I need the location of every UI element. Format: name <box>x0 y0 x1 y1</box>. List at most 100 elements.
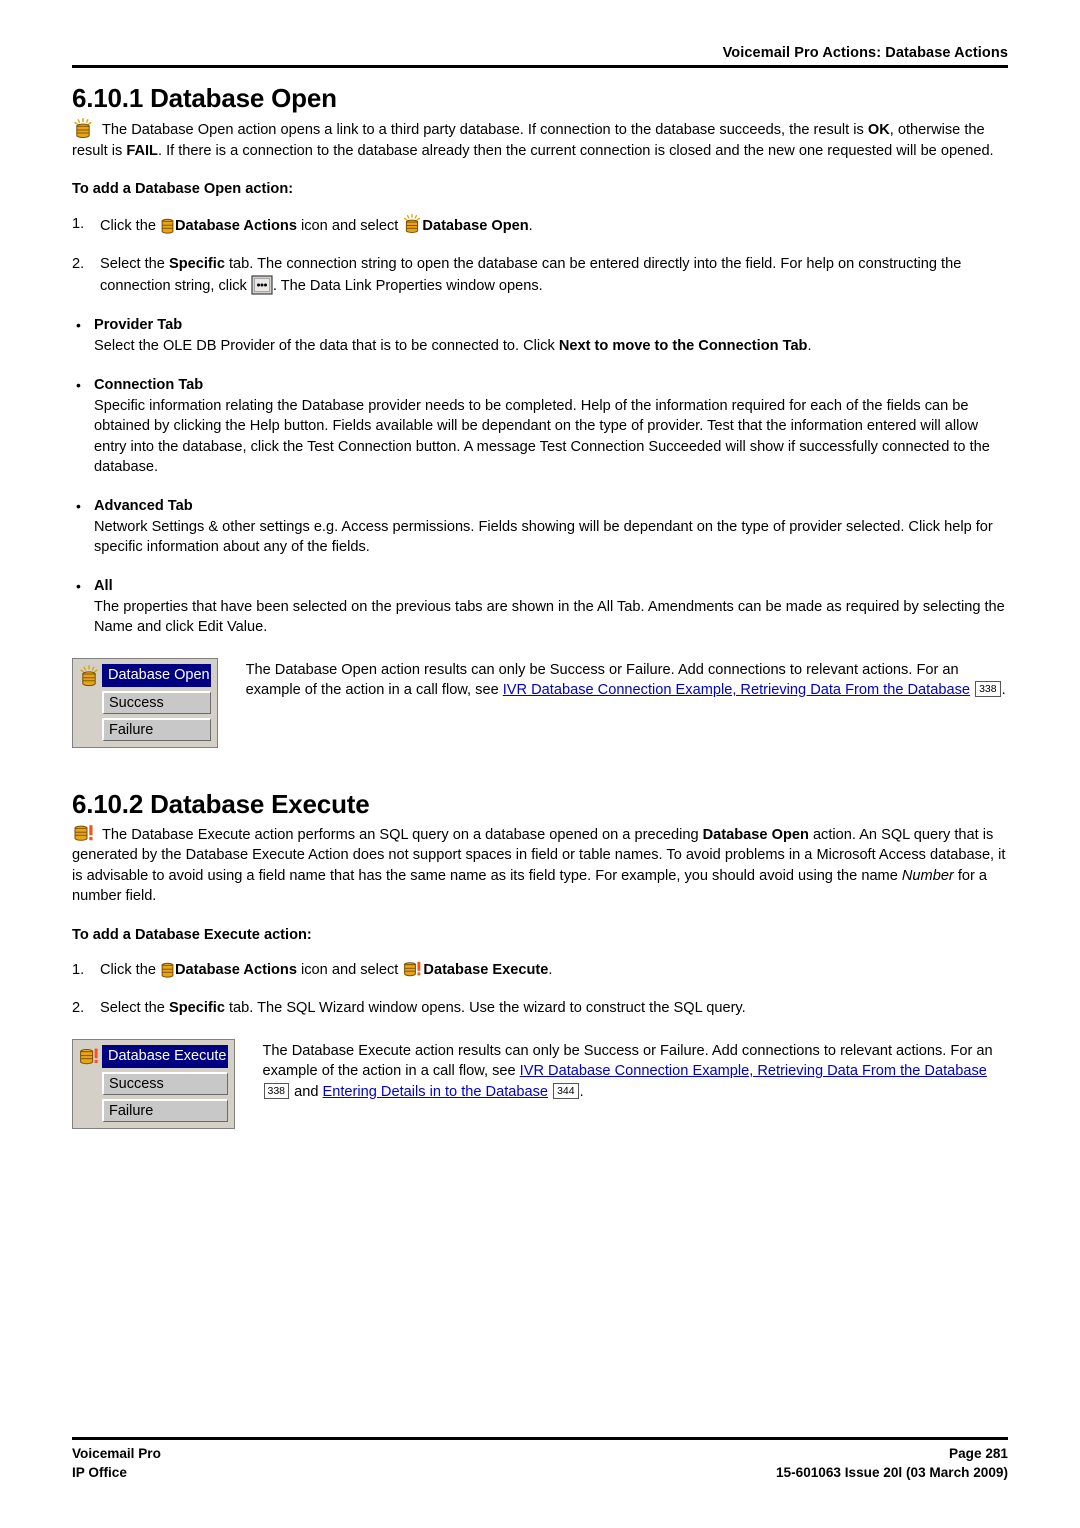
step-number: 2. <box>72 999 85 1016</box>
database-execute-result-text: The Database Execute action results can … <box>263 1039 1009 1103</box>
bullet-dot-icon: • <box>76 497 81 514</box>
step-item: 1. Click the Database Actions icon and se… <box>72 213 1008 237</box>
database-execute-widget-icon <box>78 1046 100 1068</box>
result-text-part2: . <box>1001 682 1006 698</box>
bullet-text-part1: Select the OLE DB Provider of the data t… <box>94 338 559 354</box>
result-text-part2: and <box>290 1083 323 1100</box>
bullet-item-provider-tab: • Provider Tab Select the OLE DB Provide… <box>72 315 1008 357</box>
bullet-dot-icon: • <box>76 317 81 333</box>
intro-text-part3: . If there is a connection to the databa… <box>157 142 994 159</box>
step-bold-database-actions: Database Actions <box>175 961 297 978</box>
step-number: 2. <box>72 256 85 272</box>
bullet-body: The properties that have been selected o… <box>94 598 1005 636</box>
database-execute-screenshot-row: Database Execute Success Failure The Dat… <box>72 1038 1009 1129</box>
widget-result-success[interactable]: Success <box>102 1071 228 1095</box>
header-divider <box>72 65 1008 68</box>
intro-ok-bold: OK <box>867 122 890 138</box>
database-execute-icon-inline <box>402 961 423 979</box>
database-actions-icon <box>160 218 175 235</box>
step-bold-database-execute: Database Execute <box>423 961 549 978</box>
footer-content: Voicemail Pro IP Office Page 281 15-6010… <box>72 1444 1008 1482</box>
step-item: 2. Select the Specific tab. The SQL Wizar… <box>72 998 1008 1019</box>
execute-intro-bold: Database Open <box>702 826 809 843</box>
footer-left: Voicemail Pro IP Office <box>72 1444 161 1482</box>
section-heading-database-open: 6.10.1 Database Open <box>72 83 337 113</box>
intro-text-part1: The Database Open action opens a link to… <box>102 122 868 138</box>
execute-intro-part1: The Database Execute action performs an … <box>102 826 703 843</box>
step-number: 1. <box>72 961 85 978</box>
widget-title-bar[interactable]: Database Open <box>102 663 211 687</box>
step-text-part1: Click the <box>100 218 161 234</box>
bullet-body: Select the OLE DB Provider of the data t… <box>94 336 1008 357</box>
step-text-part3: . <box>548 961 553 978</box>
bullet-dot-icon: • <box>76 577 81 594</box>
bullet-heading: Provider Tab <box>94 317 183 333</box>
database-execute-action-widget: Database Execute Success Failure <box>72 1038 235 1129</box>
step-bold-database-actions: Database Actions <box>175 218 297 234</box>
widget-inner: Database Execute Success Failure <box>78 1044 228 1122</box>
widget-title-bar[interactable]: Database Execute <box>102 1044 228 1068</box>
database-execute-intro-paragraph: The Database Execute action performs an … <box>72 824 1008 907</box>
step-text-part1: Select the <box>100 999 169 1016</box>
page-reference-badge[interactable]: 344 <box>553 1082 579 1099</box>
step-item: 1. Click the Database Actions icon and se… <box>72 960 1008 981</box>
footer-divider <box>72 1437 1008 1440</box>
bullet-item-connection-tab: • Connection Tab Specific information re… <box>72 375 1008 478</box>
widget-result-failure[interactable]: Failure <box>102 1098 228 1122</box>
bullet-heading: Advanced Tab <box>94 497 193 514</box>
bullet-body: Network Settings & other settings e.g. A… <box>94 518 993 556</box>
widget-result-failure[interactable]: Failure <box>102 717 211 741</box>
step-text-part2: icon and select <box>296 218 403 234</box>
widget-result-success[interactable]: Success <box>102 690 211 714</box>
page-reference-badge[interactable]: 338 <box>975 681 1001 697</box>
execute-intro-italic: Number <box>901 867 954 884</box>
link-entering-details-in-to-the-database[interactable]: Entering Details in to the Database <box>323 1084 549 1100</box>
database-open-intro-paragraph: The Database Open action opens a link to… <box>72 117 1008 161</box>
header-title: Voicemail Pro Actions: Database Actions <box>722 45 1008 61</box>
bullet-heading: All <box>94 577 113 594</box>
ellipsis-button-icon <box>251 275 273 295</box>
footer-document-id: 15-601063 Issue 20l (03 March 2009) <box>775 1465 1008 1480</box>
step-bold-specific: Specific <box>168 999 225 1016</box>
bullet-dot-icon: • <box>76 376 81 393</box>
intro-fail-bold: FAIL <box>126 142 158 159</box>
bullet-heading: Connection Tab <box>94 376 204 393</box>
footer-page-number: Page 281 <box>949 1446 1008 1461</box>
database-open-steps: 1. Click the Database Actions icon and se… <box>72 213 1008 297</box>
database-execute-steps: 1. Click the Database Actions icon and se… <box>72 960 1008 1019</box>
step-bold-specific: Specific <box>168 256 225 272</box>
bullet-bold: Next to move to the Connection Tab <box>558 338 808 354</box>
footer-product-name: Voicemail Pro <box>72 1446 161 1461</box>
to-add-database-open-subheading: To add a Database Open action: <box>72 181 294 197</box>
step-text-part1: Select the <box>100 256 169 272</box>
section-heading-database-execute: 6.10.2 Database Execute <box>72 788 370 819</box>
document-page: Voicemail Pro Actions: Database Actions … <box>0 0 1080 1528</box>
page-header: Voicemail Pro Actions: Database Actions <box>72 0 1008 68</box>
bullet-item-all: • All The properties that have been sele… <box>72 576 1008 638</box>
widget-inner: Database Open Success Failure <box>78 663 211 741</box>
footer-product-family: IP Office <box>72 1465 127 1480</box>
widget-rows: Database Open Success Failure <box>102 663 211 741</box>
link-ivr-database-connection-example[interactable]: IVR Database Connection Example, Retriev… <box>520 1063 987 1079</box>
database-open-icon <box>72 117 94 140</box>
to-add-database-execute-subheading: To add a Database Execute action: <box>72 926 312 943</box>
database-open-action-widget: Database Open Success Failure <box>72 657 218 748</box>
bullet-text-part2: . <box>807 338 812 354</box>
link-ivr-database-connection-example[interactable]: IVR Database Connection Example, Retriev… <box>503 682 970 698</box>
database-open-icon-inline <box>402 213 422 236</box>
page-reference-badge[interactable]: 338 <box>263 1082 290 1099</box>
step-text-part2: icon and select <box>296 961 403 978</box>
database-open-result-text: The Database Open action results can onl… <box>246 658 1008 701</box>
step-text-part1: Click the <box>100 961 161 978</box>
database-open-screenshot-row: Database Open Success Failure The Databa… <box>72 657 1008 748</box>
result-text-part3: . <box>579 1083 584 1100</box>
page-footer: Voicemail Pro IP Office Page 281 15-6010… <box>72 1437 1008 1482</box>
database-execute-icon <box>72 824 96 844</box>
footer-right: Page 281 15-601063 Issue 20l (03 March 2… <box>776 1444 1008 1482</box>
step-text-part3: . The Data Link Properties window opens. <box>272 278 543 294</box>
step-text-part2: tab. The SQL Wizard window opens. Use th… <box>224 999 746 1016</box>
step-text-part3: . <box>528 218 533 234</box>
step-number: 1. <box>72 216 85 232</box>
bullet-item-advanced-tab: • Advanced Tab Network Settings & other … <box>72 496 1008 558</box>
database-actions-icon <box>160 962 175 979</box>
